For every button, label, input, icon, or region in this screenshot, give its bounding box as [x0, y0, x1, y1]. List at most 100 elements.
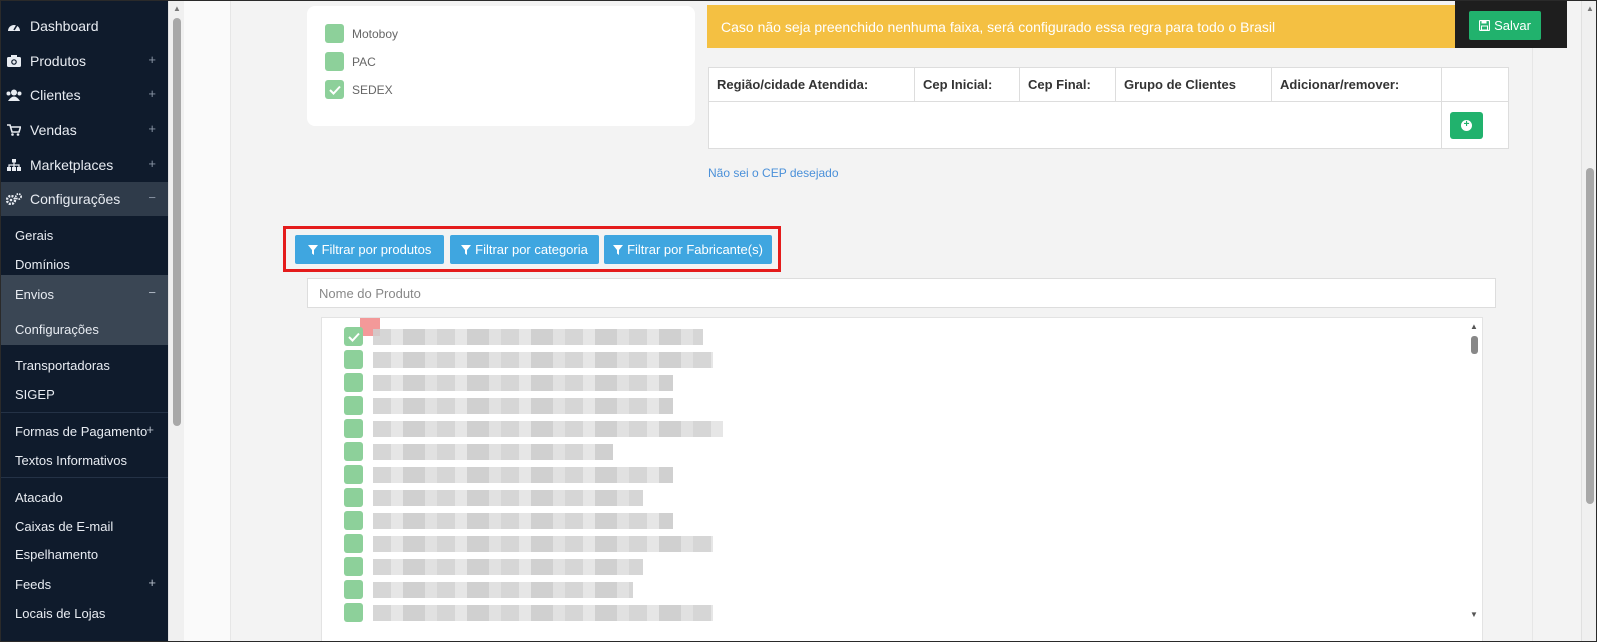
blurred-product-name	[373, 374, 673, 391]
blurred-product-name	[373, 581, 633, 598]
sidebar-sub-formas-pagamento[interactable]: Formas de Pagamento +	[0, 417, 168, 445]
list-item[interactable]	[344, 488, 643, 507]
sidebar-sub-transportadoras[interactable]: Transportadoras	[0, 351, 168, 379]
shipping-method-label: Motoboy	[352, 26, 399, 41]
sidebar-sub-envios[interactable]: Envios −	[0, 280, 168, 308]
checkbox-checked[interactable]	[344, 327, 363, 346]
scroll-down-icon[interactable]: ▼	[1470, 610, 1478, 619]
shipping-method-label: PAC	[352, 54, 376, 69]
sidebar: Dashboard Produtos + Clientes + Vendas +…	[0, 0, 168, 642]
page-scrollbar[interactable]: ▲	[1581, 0, 1597, 642]
sidebar-item-clientes[interactable]: Clientes +	[0, 78, 168, 112]
sidebar-item-configuracoes[interactable]: Configurações −	[0, 182, 168, 216]
button-label: Salvar	[1494, 18, 1531, 33]
checkbox[interactable]	[344, 350, 363, 369]
checkbox-checked[interactable]	[325, 80, 344, 99]
scroll-up-icon[interactable]: ▲	[173, 4, 181, 13]
shipping-method-sedex[interactable]: SEDEX	[325, 80, 393, 99]
sidebar-sub-label: Formas de Pagamento	[15, 423, 148, 439]
sidebar-sub-feeds[interactable]: Feeds +	[0, 570, 168, 598]
sidebar-sub-label: Configurações	[15, 321, 99, 337]
list-item[interactable]	[344, 373, 673, 392]
list-item[interactable]	[344, 350, 713, 369]
scroll-up-icon[interactable]: ▲	[1586, 4, 1594, 13]
sidebar-item-label: Produtos	[30, 53, 87, 69]
sidebar-sub-label: Locais de Lojas	[15, 605, 106, 621]
sidebar-sub-label: Domínios	[15, 256, 70, 272]
blurred-product-name	[373, 443, 613, 460]
sidebar-item-marketplaces[interactable]: Marketplaces +	[0, 148, 168, 182]
sidebar-sub-gerais[interactable]: Gerais	[0, 221, 168, 249]
button-label: Filtrar por Fabricante(s)	[627, 242, 763, 257]
unknown-cep-link[interactable]: Não sei o CEP desejado	[708, 166, 839, 180]
sidebar-sub-atacado[interactable]: Atacado	[0, 483, 168, 511]
blurred-product-name	[373, 466, 673, 483]
sidebar-divider	[0, 412, 168, 413]
checkbox[interactable]	[344, 557, 363, 576]
checkbox[interactable]	[325, 24, 344, 43]
list-item[interactable]	[344, 396, 673, 415]
sidebar-scrollbar[interactable]: ▲	[168, 0, 184, 642]
checkbox[interactable]	[344, 396, 363, 415]
sidebar-sub-dominios[interactable]: Domínios	[0, 250, 168, 278]
search-placeholder: Nome do Produto	[319, 285, 421, 301]
checkbox[interactable]	[325, 52, 344, 71]
sidebar-item-produtos[interactable]: Produtos +	[0, 44, 168, 78]
sidebar-item-dashboard[interactable]: Dashboard	[0, 9, 168, 43]
sidebar-item-vendas[interactable]: Vendas +	[0, 113, 168, 147]
checkbox[interactable]	[344, 603, 363, 622]
expand-icon: +	[146, 422, 154, 437]
cep-ranges-table: Região/cidade Atendida: Cep Inicial: Cep…	[708, 67, 1509, 149]
list-item[interactable]	[344, 580, 633, 599]
check-icon	[347, 332, 360, 342]
users-icon	[6, 88, 22, 102]
checkbox[interactable]	[344, 442, 363, 461]
sidebar-sub-sigep[interactable]: SIGEP	[0, 380, 168, 408]
sidebar-sub-locais-lojas[interactable]: Locais de Lojas	[0, 599, 168, 627]
checkbox[interactable]	[344, 419, 363, 438]
blurred-product-name	[373, 512, 673, 529]
product-name-input[interactable]: Nome do Produto	[307, 278, 1496, 308]
list-item[interactable]	[344, 442, 613, 461]
checkbox[interactable]	[344, 373, 363, 392]
expand-icon: +	[148, 156, 156, 171]
shipping-method-motoboy[interactable]: Motoboy	[325, 24, 398, 43]
checkbox[interactable]	[344, 580, 363, 599]
column-header: Região/cidade Atendida:	[708, 67, 915, 102]
sidebar-sub-envios-configuracoes[interactable]: Configurações	[0, 315, 168, 343]
product-list[interactable]: ▲ ▼	[321, 317, 1483, 642]
list-item[interactable]	[344, 557, 643, 576]
blurred-product-name	[373, 420, 723, 437]
filter-category-button[interactable]: Filtrar por categoria	[450, 235, 599, 264]
column-header: Cep Final:	[1019, 67, 1116, 102]
scroll-up-icon[interactable]: ▲	[1470, 322, 1478, 331]
checkbox[interactable]	[344, 465, 363, 484]
sidebar-sub-label: Espelhamento	[15, 546, 99, 562]
list-item[interactable]	[344, 534, 713, 553]
scrollbar-thumb[interactable]	[1586, 168, 1594, 504]
sidebar-sub-caixas-email[interactable]: Caixas de E-mail	[0, 512, 168, 540]
scrollbar-thumb[interactable]	[1471, 336, 1478, 354]
list-item[interactable]	[344, 419, 723, 438]
sidebar-sub-label: Envios	[15, 286, 55, 302]
sidebar-sub-textos-informativos[interactable]: Textos Informativos	[0, 446, 168, 474]
add-range-button[interactable]: +	[1450, 111, 1483, 139]
expand-icon: +	[148, 86, 156, 101]
list-item[interactable]	[344, 465, 673, 484]
checkbox[interactable]	[344, 534, 363, 553]
sidebar-sub-espelhamento[interactable]: Espelhamento	[0, 540, 168, 568]
list-item[interactable]	[344, 511, 673, 530]
main-content: Motoboy PAC SEDEX Caso não seja preenchi…	[184, 0, 1581, 642]
sidebar-item-label: Marketplaces	[30, 157, 114, 173]
filter-manufacturer-button[interactable]: Filtrar por Fabricante(s)	[604, 235, 772, 264]
save-button[interactable]: Salvar	[1469, 11, 1541, 40]
list-item[interactable]	[344, 327, 703, 346]
list-scrollbar[interactable]: ▲ ▼	[1466, 318, 1482, 641]
scrollbar-thumb[interactable]	[173, 18, 181, 426]
shipping-method-pac[interactable]: PAC	[325, 52, 376, 71]
list-item[interactable]	[344, 603, 713, 622]
sidebar-sub-label: SIGEP	[15, 386, 55, 402]
filter-products-button[interactable]: Filtrar por produtos	[295, 235, 444, 264]
checkbox[interactable]	[344, 488, 363, 507]
checkbox[interactable]	[344, 511, 363, 530]
